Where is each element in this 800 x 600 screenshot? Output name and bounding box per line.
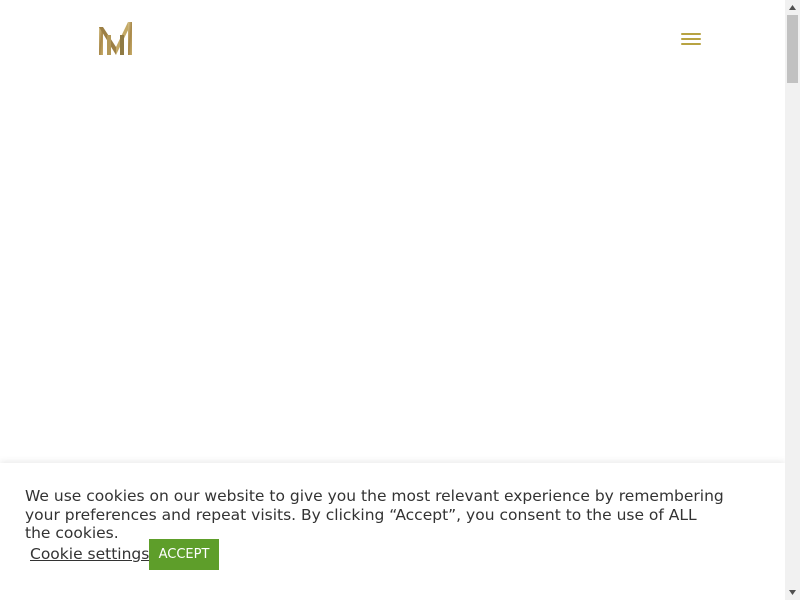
page-viewport: We use cookies on our website to give yo… <box>0 0 785 600</box>
accept-cookies-button[interactable]: ACCEPT <box>149 539 219 570</box>
menu-bar-bottom <box>681 43 701 45</box>
site-logo[interactable] <box>98 21 134 56</box>
scroll-down-arrow-icon[interactable] <box>785 585 800 600</box>
vertical-scrollbar[interactable] <box>785 0 800 600</box>
menu-bar-middle <box>681 38 701 40</box>
scrollbar-thumb[interactable] <box>787 15 798 83</box>
cookie-message: We use cookies on our website to give yo… <box>25 487 724 542</box>
scroll-up-arrow-icon[interactable] <box>785 0 800 15</box>
menu-bar-top <box>681 33 701 35</box>
cookie-settings-link[interactable]: Cookie settings <box>30 545 149 563</box>
cookie-consent-banner: We use cookies on our website to give yo… <box>0 463 785 600</box>
monogram-m-logo-icon <box>99 22 132 55</box>
hamburger-menu-button[interactable] <box>678 28 704 50</box>
site-header <box>0 0 785 80</box>
